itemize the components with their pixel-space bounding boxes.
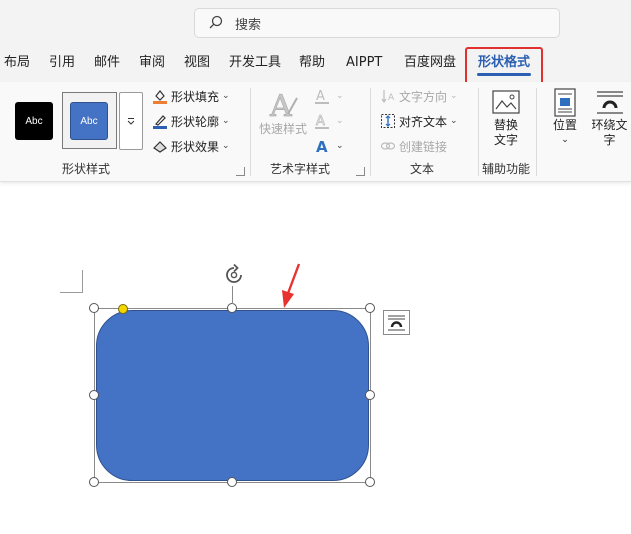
text-fill-button[interactable]: A ⌄	[314, 86, 344, 106]
shape-fill-label: 形状填充	[171, 89, 220, 104]
search-icon	[209, 15, 223, 29]
create-link-label: 创建链接	[399, 139, 448, 154]
svg-text:A: A	[316, 114, 325, 129]
chevron-down-icon: ⌄	[450, 91, 458, 101]
wrap-text-icon	[596, 91, 623, 114]
tab-mailings[interactable]: 邮件	[94, 44, 120, 82]
align-text-label: 对齐文本	[399, 114, 448, 129]
shape-outline-button[interactable]: 形状轮廓 ⌄	[152, 111, 230, 131]
tab-view[interactable]: 视图	[184, 44, 210, 82]
tab-review[interactable]: 审阅	[139, 44, 165, 82]
title-bar: 搜索	[0, 0, 631, 44]
rotate-handle-icon[interactable]	[222, 263, 246, 287]
link-icon	[380, 142, 396, 150]
resize-handle-top-right[interactable]	[365, 303, 375, 313]
chevron-down-icon: ⌄	[561, 135, 569, 145]
resize-handle-bottom-left[interactable]	[89, 477, 99, 487]
search-placeholder: 搜索	[235, 17, 262, 33]
alt-text-label-line1: 替换	[493, 118, 518, 132]
resize-handle-top-left[interactable]	[89, 303, 99, 313]
text-outline-icon: A	[315, 114, 329, 129]
wordart-launcher-icon[interactable]	[356, 167, 365, 176]
create-link-button[interactable]: 创建链接	[380, 136, 447, 156]
text-direction-icon: A	[381, 90, 395, 104]
tab-baidu-netdisk[interactable]: 百度网盘	[404, 44, 456, 82]
text-direction-button[interactable]: A 文字方向 ⌄	[380, 86, 458, 106]
search-box[interactable]: 搜索	[194, 8, 560, 38]
text-direction-label: 文字方向	[399, 89, 448, 104]
align-text-icon	[381, 114, 395, 128]
svg-text:A: A	[269, 89, 292, 122]
tab-highlight-box	[465, 47, 543, 86]
shape-style-blue[interactable]: Abc	[70, 102, 108, 140]
text-outline-button[interactable]: A ⌄	[314, 111, 344, 131]
group-label-text: 文本	[409, 162, 434, 176]
resize-handle-top[interactable]	[227, 303, 237, 313]
svg-text:A: A	[316, 89, 325, 104]
shape-styles-launcher-icon[interactable]	[236, 167, 245, 176]
group-divider	[370, 88, 371, 176]
margin-corner-mark	[60, 270, 83, 293]
group-label-wordart: 艺术字样式	[269, 162, 330, 176]
group-divider	[250, 88, 251, 176]
tab-help[interactable]: 帮助	[299, 44, 325, 82]
shape-effects-button[interactable]: 形状效果 ⌄	[152, 136, 230, 156]
shape-effects-label: 形状效果	[171, 139, 220, 154]
corner-adjust-handle[interactable]	[118, 304, 128, 314]
group-divider	[536, 88, 537, 176]
wrap-text-label-line2: 字	[603, 133, 616, 147]
position-label: 位置	[552, 118, 577, 132]
group-label-shape-styles: 形状样式	[61, 162, 110, 176]
svg-text:A: A	[316, 138, 328, 154]
resize-handle-left[interactable]	[89, 390, 99, 400]
pen-outline-icon	[153, 115, 167, 129]
layout-options-button[interactable]	[383, 310, 410, 335]
position-icon	[554, 88, 576, 117]
position-button[interactable]: 位置 ⌄	[546, 88, 584, 148]
gallery-expand-icon	[127, 118, 135, 125]
red-arrow-annotation-icon	[282, 263, 301, 308]
align-text-button[interactable]: 对齐文本 ⌄	[380, 111, 458, 131]
tab-developer[interactable]: 开发工具	[229, 44, 281, 82]
rotate-stem	[232, 286, 233, 304]
tab-references[interactable]: 引用	[49, 44, 75, 82]
shape-style-black[interactable]: Abc	[15, 102, 53, 140]
layout-options-icon	[388, 315, 405, 331]
wrap-text-label-line1: 环绕文	[591, 118, 628, 132]
chevron-down-icon: ⌄	[336, 141, 344, 151]
chevron-down-icon: ⌄	[222, 91, 230, 101]
shape-effects-icon	[153, 141, 167, 153]
alt-text-label-line2: 文字	[493, 133, 518, 147]
style-gallery-more-button[interactable]	[119, 92, 143, 150]
group-label-accessibility: 辅助功能	[481, 162, 530, 176]
resize-handle-right[interactable]	[365, 390, 375, 400]
ribbon: Abc Abc 形状填充 ⌄ 形状轮廓 ⌄ 形状效果 ⌄ 形状样式 A 快速样式…	[0, 82, 631, 182]
chevron-down-icon: ⌄	[222, 116, 230, 126]
resize-handle-bottom-right[interactable]	[365, 477, 375, 487]
text-effects-icon: A	[316, 138, 328, 154]
paint-bucket-icon	[153, 90, 167, 104]
wordart-a-icon: A	[269, 89, 298, 122]
chevron-down-icon: ⌄	[450, 116, 458, 126]
wrap-text-button[interactable]: 环绕文 字	[588, 88, 631, 148]
shape-fill-button[interactable]: 形状填充 ⌄	[152, 86, 230, 106]
group-divider	[478, 88, 479, 176]
resize-handle-bottom[interactable]	[227, 477, 237, 487]
quick-styles-button[interactable]: A 快速样式	[258, 88, 308, 137]
chevron-down-icon: ⌄	[336, 91, 344, 101]
text-fill-icon: A	[315, 89, 329, 104]
chevron-down-icon: ⌄	[336, 116, 344, 126]
rounded-rectangle-shape[interactable]	[96, 310, 369, 481]
alt-text-icon	[492, 90, 520, 114]
shape-outline-label: 形状轮廓	[171, 114, 220, 129]
svg-text:A: A	[388, 93, 395, 103]
chevron-down-icon: ⌄	[222, 141, 230, 151]
quick-styles-label: 快速样式	[258, 122, 307, 136]
tab-layout[interactable]: 布局	[4, 44, 30, 82]
tab-aippt[interactable]: AIPPT	[346, 44, 382, 82]
alt-text-button[interactable]: 替换 文字	[486, 88, 526, 148]
text-effects-button[interactable]: A ⌄	[314, 136, 344, 156]
